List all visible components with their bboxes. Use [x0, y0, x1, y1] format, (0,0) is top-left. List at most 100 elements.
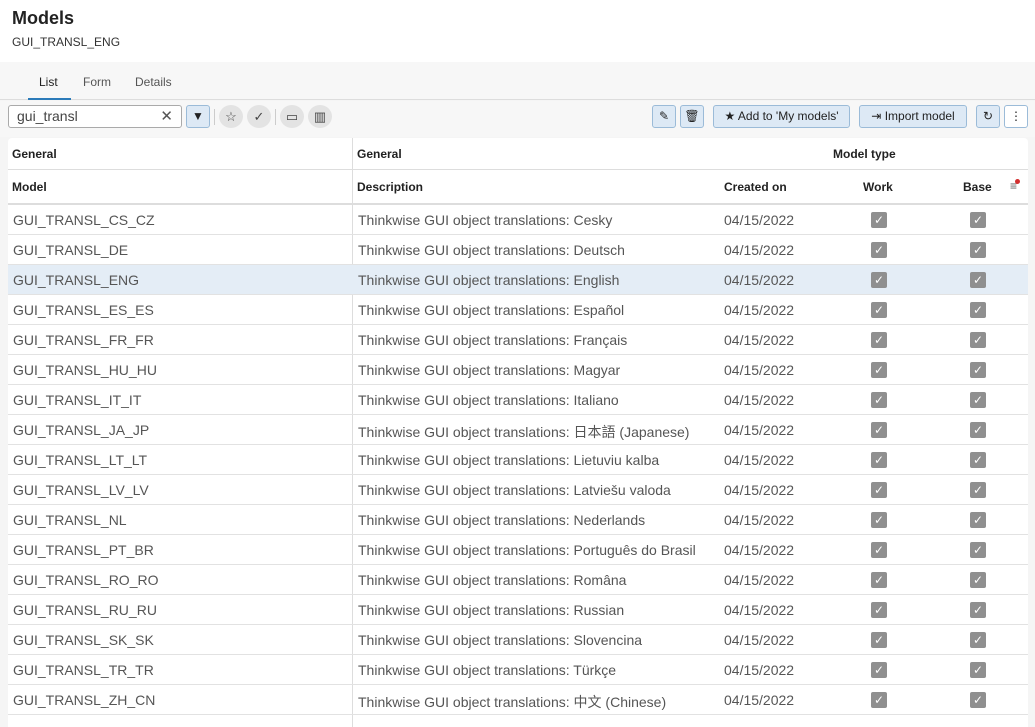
base-checkbox[interactable]: ✓	[970, 272, 986, 288]
base-checkbox[interactable]: ✓	[970, 302, 986, 318]
search-input[interactable]: gui_transl ✕	[8, 105, 182, 128]
table-row[interactable]: GUI_TRANSL_DE Thinkwise GUI object transl…	[8, 235, 1028, 265]
description-cell: Thinkwise GUI object translations: 日本語 (…	[358, 424, 690, 440]
work-checkbox[interactable]: ✓	[871, 692, 887, 708]
add-label: Add to 'My models'	[737, 109, 839, 123]
table-row[interactable]: GUI_TRANSL_FR_FR Thinkwise GUI object tra…	[8, 325, 1028, 355]
base-checkbox[interactable]: ✓	[970, 482, 986, 498]
base-checkbox[interactable]: ✓	[970, 212, 986, 228]
table-row[interactable]: GUI_TRANSL_LT_LT Thinkwise GUI object tra…	[8, 445, 1028, 475]
created-on-cell: 04/15/2022	[724, 692, 795, 708]
base-checkbox[interactable]: ✓	[970, 242, 986, 258]
created-on-cell: 04/15/2022	[724, 662, 795, 678]
model-cell: GUI_TRANSL_RU_RU	[13, 602, 157, 618]
table-row[interactable]: GUI_TRANSL_SK_SK Thinkwise GUI object tra…	[8, 625, 1028, 655]
description-cell: Thinkwise GUI object translations: Españ…	[358, 302, 625, 318]
refresh-button[interactable]: ↻	[976, 105, 1000, 128]
column-header-description[interactable]: Description	[357, 180, 423, 194]
base-checkbox[interactable]: ✓	[970, 332, 986, 348]
table-row[interactable]: GUI_TRANSL_ES_ES Thinkwise GUI object tra…	[8, 295, 1028, 325]
created-on-cell: 04/15/2022	[724, 602, 795, 618]
base-checkbox[interactable]: ✓	[970, 542, 986, 558]
model-cell: GUI_TRANSL_DE	[13, 242, 129, 258]
divider	[275, 109, 276, 125]
base-checkbox[interactable]: ✓	[970, 362, 986, 378]
tab-list[interactable]: List	[39, 75, 58, 89]
work-checkbox[interactable]: ✓	[871, 632, 887, 648]
work-checkbox[interactable]: ✓	[871, 362, 887, 378]
table-row[interactable]: GUI_TRANSL_ENG Thinkwise GUI object trans…	[8, 265, 1028, 295]
toolbar: gui_transl ✕ ▼ ☆ ✓ ▭ ▥ ✎ 🗑 ★ Add to 'My m…	[0, 101, 1035, 137]
work-checkbox[interactable]: ✓	[871, 272, 887, 288]
more-options-button[interactable]: ⋮	[1004, 105, 1028, 128]
check-circle-icon[interactable]: ✓	[247, 105, 271, 128]
work-checkbox[interactable]: ✓	[871, 662, 887, 678]
row-view-icon[interactable]: ▭	[280, 105, 304, 128]
model-cell: GUI_TRANSL_FR_FR	[13, 332, 154, 348]
model-cell: GUI_TRANSL_RO_RO	[13, 572, 159, 588]
created-on-cell: 04/15/2022	[724, 452, 795, 468]
base-checkbox[interactable]: ✓	[970, 452, 986, 468]
tab-form[interactable]: Form	[83, 75, 111, 89]
work-checkbox[interactable]: ✓	[871, 602, 887, 618]
created-on-cell: 04/15/2022	[724, 392, 795, 408]
active-tab-indicator	[28, 98, 71, 100]
table-row[interactable]: GUI_TRANSL_RU_RU Thinkwise GUI object tra…	[8, 595, 1028, 625]
work-checkbox[interactable]: ✓	[871, 392, 887, 408]
table-row[interactable]: GUI_TRANSL_ZH_CN Thinkwise GUI object tra…	[8, 685, 1028, 715]
work-checkbox[interactable]: ✓	[871, 482, 887, 498]
group-header: Model type	[833, 147, 896, 161]
column-header-base[interactable]: Base	[963, 180, 992, 194]
table-row[interactable]: GUI_TRANSL_PT_BR Thinkwise GUI object tra…	[8, 535, 1028, 565]
table-row[interactable]: GUI_TRANSL_RO_RO Thinkwise GUI object tra…	[8, 565, 1028, 595]
description-cell: Thinkwise GUI object translations: Portu…	[358, 542, 696, 558]
edit-button[interactable]: ✎	[652, 105, 676, 128]
base-checkbox[interactable]: ✓	[970, 512, 986, 528]
work-checkbox[interactable]: ✓	[871, 542, 887, 558]
base-checkbox[interactable]: ✓	[970, 632, 986, 648]
base-checkbox[interactable]: ✓	[970, 602, 986, 618]
import-label: Import model	[884, 109, 955, 123]
work-checkbox[interactable]: ✓	[871, 452, 887, 468]
filter-settings-icon[interactable]: ≡	[1010, 179, 1021, 193]
base-checkbox[interactable]: ✓	[970, 392, 986, 408]
work-checkbox[interactable]: ✓	[871, 242, 887, 258]
table-row[interactable]: GUI_TRANSL_NL Thinkwise GUI object transl…	[8, 505, 1028, 535]
table-row[interactable]: GUI_TRANSL_IT_IT Thinkwise GUI object tra…	[8, 385, 1028, 415]
column-header-created-on[interactable]: Created on	[724, 180, 787, 194]
delete-button[interactable]: 🗑	[680, 105, 704, 128]
import-model-button[interactable]: ⇥ Import model	[859, 105, 967, 128]
columns-icon[interactable]: ▥	[308, 105, 332, 128]
column-header-model[interactable]: Model	[12, 180, 47, 194]
tab-details[interactable]: Details	[135, 75, 172, 89]
star-icon[interactable]: ☆	[219, 105, 243, 128]
table-row[interactable]: GUI_TRANSL_HU_HU Thinkwise GUI object tra…	[8, 355, 1028, 385]
work-checkbox[interactable]: ✓	[871, 212, 887, 228]
work-checkbox[interactable]: ✓	[871, 302, 887, 318]
created-on-cell: 04/15/2022	[724, 332, 795, 348]
description-cell: Thinkwise GUI object translations: Magya…	[358, 362, 621, 378]
model-cell: GUI_TRANSL_JA_JP	[13, 422, 150, 438]
base-checkbox[interactable]: ✓	[970, 422, 986, 438]
page-title: Models	[12, 8, 75, 28]
work-checkbox[interactable]: ✓	[871, 572, 887, 588]
model-cell: GUI_TRANSL_ZH_CN	[13, 692, 156, 708]
column-header-work[interactable]: Work	[863, 180, 893, 194]
filter-button[interactable]: ▼	[186, 105, 210, 128]
table-row[interactable]: GUI_TRANSL_TR_TR Thinkwise GUI object tra…	[8, 655, 1028, 685]
table-row[interactable]: GUI_TRANSL_LV_LV Thinkwise GUI object tra…	[8, 475, 1028, 505]
description-cell: Thinkwise GUI object translations: Franç…	[358, 332, 628, 348]
base-checkbox[interactable]: ✓	[970, 572, 986, 588]
table-row[interactable]: GUI_TRANSL_JA_JP Thinkwise GUI object tra…	[8, 415, 1028, 445]
description-cell: Thinkwise GUI object translations: 中文 (C…	[358, 694, 667, 710]
table-row[interactable]: GUI_TRANSL_CS_CZ Thinkwise GUI object tra…	[8, 205, 1028, 235]
created-on-cell: 04/15/2022	[724, 272, 795, 288]
clear-search-icon[interactable]: ✕	[160, 107, 173, 125]
base-checkbox[interactable]: ✓	[970, 692, 986, 708]
description-cell: Thinkwise GUI object translations: Slove…	[358, 632, 643, 648]
add-to-my-models-button[interactable]: ★ Add to 'My models'	[713, 105, 850, 128]
work-checkbox[interactable]: ✓	[871, 332, 887, 348]
work-checkbox[interactable]: ✓	[871, 512, 887, 528]
base-checkbox[interactable]: ✓	[970, 662, 986, 678]
work-checkbox[interactable]: ✓	[871, 422, 887, 438]
